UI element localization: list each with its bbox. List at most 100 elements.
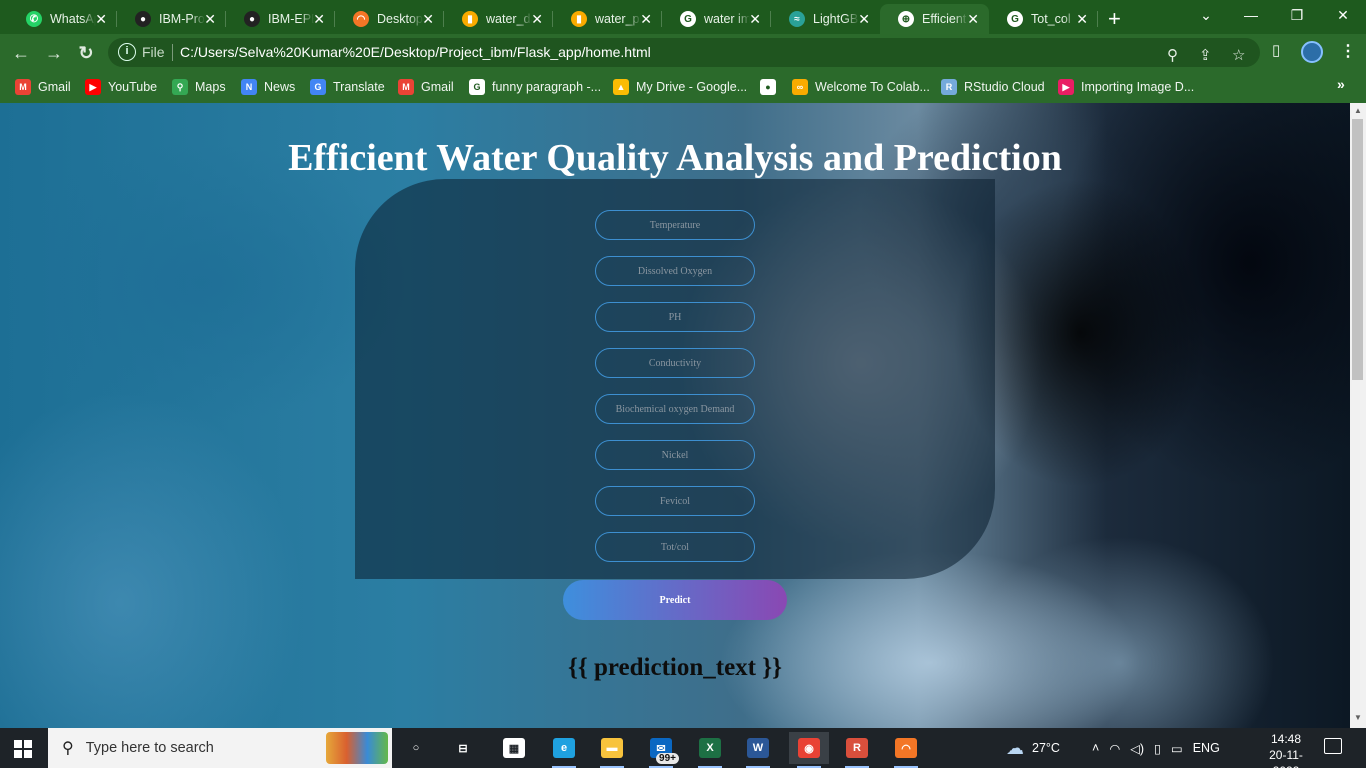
close-window-button[interactable]: ✕ — [1320, 0, 1366, 30]
bookmarks-overflow-icon[interactable]: » — [1337, 76, 1345, 92]
bookmark-item[interactable]: ▶ YouTube — [85, 77, 157, 97]
bookmark-label: Welcome To Colab... — [815, 80, 930, 94]
nickel-input[interactable] — [595, 440, 755, 470]
predict-button[interactable]: Predict — [563, 580, 787, 620]
bookmark-item[interactable]: ▲ My Drive - Google... — [613, 77, 747, 97]
reload-button[interactable]: ↻ — [74, 41, 98, 65]
scroll-up-icon[interactable]: ▲ — [1352, 106, 1364, 120]
side-panel-icon[interactable]: ▯ — [1272, 41, 1280, 59]
bookmark-label: funny paragraph -... — [492, 80, 602, 94]
tab-close-icon[interactable]: ✕ — [313, 11, 325, 28]
scheme-label: File — [142, 44, 165, 60]
bookmark-item[interactable]: Gfunny paragraph -... — [469, 77, 601, 97]
scroll-down-icon[interactable]: ▼ — [1352, 713, 1364, 727]
tab-favicon-icon: ✆ — [26, 11, 42, 27]
excel-icon[interactable]: X — [690, 732, 730, 768]
zoom-icon[interactable]: ⚲ — [1167, 46, 1178, 64]
bookmark-label: Gmail — [38, 80, 71, 94]
bookmark-favicon-icon: G — [469, 79, 485, 95]
store-icon[interactable]: ▦ — [494, 732, 534, 764]
url-text[interactable]: C:/Users/Selva%20Kumar%20E/Desktop/Proje… — [180, 44, 651, 60]
battery-icon[interactable]: ▭ — [1171, 741, 1183, 756]
wifi-icon[interactable]: ◠ — [1109, 741, 1120, 756]
bookmark-item[interactable]: ⚲ Maps — [172, 77, 226, 97]
volume-icon[interactable]: ◁) — [1130, 741, 1144, 756]
clock[interactable]: 14:48 20-11-2022 — [1256, 731, 1316, 768]
browser-tab[interactable]: ◠ Desktop ✕ — [335, 4, 444, 34]
bookmark-label: My Drive - Google... — [636, 80, 748, 94]
browser-tab[interactable]: ⊕ Efficient ✕ — [880, 4, 989, 34]
bod-input[interactable] — [595, 394, 755, 424]
windows-taskbar: ⚲ Type here to search ○ ⊟ ▦ e ▬ ✉ 99+ X W ◉ R ◠ ☁ 2… — [0, 728, 1366, 768]
file-explorer-glyph: ▬ — [601, 738, 623, 758]
bookmark-item[interactable]: M Gmail — [15, 77, 71, 97]
rstudio-icon[interactable]: R — [837, 732, 877, 768]
conductivity-input[interactable] — [595, 348, 755, 378]
restore-button[interactable]: ❐ — [1274, 0, 1320, 30]
tab-close-icon[interactable]: ✕ — [749, 11, 761, 28]
browser-tab[interactable]: ≈ LightGBM✕ — [771, 4, 880, 34]
tab-favicon-icon: ≈ — [789, 11, 805, 27]
tab-close-icon[interactable]: ✕ — [858, 11, 870, 28]
tab-close-icon[interactable]: ✕ — [95, 11, 107, 28]
browser-tab[interactable]: ● IBM-EPBL✕ — [226, 4, 335, 34]
ph-input[interactable] — [595, 302, 755, 332]
tab-close-icon[interactable]: ✕ — [531, 11, 543, 28]
weather-widget[interactable]: ☁ 27°C — [1006, 728, 1060, 768]
tot-col-input[interactable] — [595, 532, 755, 562]
temperature-input[interactable] — [595, 210, 755, 240]
back-button[interactable]: ← — [9, 41, 33, 65]
meet-icon[interactable]: ▯ — [1154, 741, 1161, 756]
scrollbar-thumb[interactable] — [1352, 119, 1363, 380]
bookmark-star-icon[interactable]: ☆ — [1232, 46, 1245, 64]
tab-close-icon[interactable]: ✕ — [204, 11, 216, 28]
browser-tab[interactable]: ✆ WhatsApp✕ — [8, 4, 117, 34]
fevicol-input[interactable] — [595, 486, 755, 516]
language-indicator[interactable]: ENG — [1193, 741, 1220, 755]
tab-close-icon[interactable]: ✕ — [1076, 11, 1088, 28]
bookmark-favicon-icon: ▲ — [613, 79, 629, 95]
word-icon[interactable]: W — [738, 732, 778, 768]
jupyter-icon[interactable]: ◠ — [886, 732, 926, 768]
search-highlight-image[interactable] — [326, 732, 388, 764]
bookmark-item[interactable]: ● — [760, 77, 783, 97]
browser-menu-icon[interactable]: ⋮ — [1340, 41, 1356, 61]
dissolved-oxygen-input[interactable] — [595, 256, 755, 286]
mail-icon[interactable]: ✉ 99+ — [641, 732, 681, 768]
cortana-icon[interactable]: ○ — [396, 732, 436, 764]
tab-close-icon[interactable]: ✕ — [967, 11, 979, 28]
chrome-icon[interactable]: ◉ — [789, 732, 829, 768]
tab-close-icon[interactable]: ✕ — [640, 11, 652, 28]
minimize-button[interactable]: — — [1228, 0, 1274, 30]
tab-favicon-icon: G — [680, 11, 696, 27]
start-button[interactable] — [14, 740, 32, 758]
bookmark-item[interactable]: ∞ Welcome To Colab... — [792, 77, 930, 97]
browser-tab[interactable]: ▮ water_prediction✕ — [553, 4, 662, 34]
forward-button[interactable]: → — [42, 41, 66, 65]
browser-tab[interactable]: G Tot_col ✕ — [989, 4, 1098, 34]
site-info-icon[interactable]: i — [118, 43, 136, 61]
bookmark-item[interactable]: G Translate — [310, 77, 385, 97]
task-view-icon[interactable]: ⊟ — [443, 732, 483, 764]
chevron-up-icon[interactable]: ˄ — [1092, 741, 1099, 755]
page-viewport: Efficient Water Quality Analysis and Pre… — [0, 103, 1350, 728]
bookmark-item[interactable]: N News — [241, 77, 295, 97]
bookmark-item[interactable]: M Gmail — [398, 77, 454, 97]
notification-icon[interactable] — [1324, 738, 1342, 754]
tab-search-icon[interactable]: ⌄ — [1183, 0, 1229, 30]
browser-tab[interactable]: ● IBM-Project✕ — [117, 4, 226, 34]
browser-tab[interactable]: Gwater images✕ — [662, 4, 771, 34]
taskbar-search-box[interactable]: ⚲ Type here to search — [48, 728, 392, 768]
browser-tab[interactable]: ▮ water_data✕ — [444, 4, 553, 34]
file-explorer-icon[interactable]: ▬ — [592, 732, 632, 768]
edge-icon[interactable]: e — [544, 732, 584, 768]
new-tab-button[interactable]: + — [1108, 6, 1121, 32]
bookmark-item[interactable]: ▶ Importing Image D... — [1058, 77, 1194, 97]
tab-close-icon[interactable]: ✕ — [422, 11, 434, 28]
edge-glyph: e — [553, 738, 575, 758]
share-icon[interactable]: ⇪ — [1199, 46, 1212, 64]
bookmark-item[interactable]: R RStudio Cloud — [941, 77, 1045, 97]
profile-avatar[interactable] — [1301, 41, 1323, 63]
tray-icons[interactable]: ˄ ◠ ◁) ▯ ▭ ENG — [1092, 728, 1220, 768]
address-bar[interactable]: i File C:/Users/Selva%20Kumar%20E/Deskto… — [108, 38, 1260, 67]
